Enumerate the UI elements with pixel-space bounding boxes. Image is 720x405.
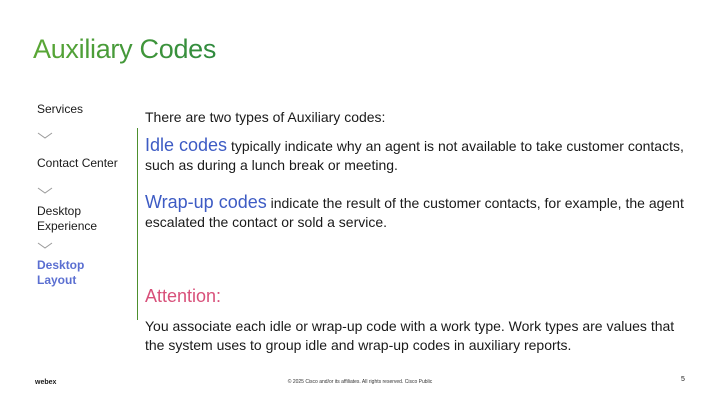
attention-text: You associate each idle or wrap-up code … <box>145 318 675 353</box>
nav-item-services[interactable]: Services <box>37 102 132 117</box>
chevron-down-icon <box>37 242 53 250</box>
nav-item-contact-center[interactable]: Contact Center <box>37 156 132 171</box>
chevron-down-icon <box>37 132 53 140</box>
intro-text: There are two types of Auxiliary codes: <box>145 109 386 125</box>
idle-codes-term: Idle codes <box>145 135 228 155</box>
page-number: 5 <box>681 376 685 383</box>
idle-codes-paragraph: Idle codes typically indicate why an age… <box>145 136 685 175</box>
copyright-text: © 2025 Cisco and/or its affiliates. All … <box>287 379 433 385</box>
attention-label: Attention: <box>145 286 222 306</box>
wrapup-codes-term: Wrap-up codes <box>145 192 267 212</box>
nav-item-desktop-layout[interactable]: Desktop Layout <box>37 258 97 288</box>
slide-title: Auxiliary Codes <box>33 34 217 64</box>
wrapup-codes-paragraph: Wrap-up codes indicate the result of the… <box>145 193 685 232</box>
chevron-down-icon <box>37 187 53 195</box>
vertical-divider <box>137 128 138 320</box>
nav-item-desktop-experience[interactable]: Desktop Experience <box>37 204 107 234</box>
